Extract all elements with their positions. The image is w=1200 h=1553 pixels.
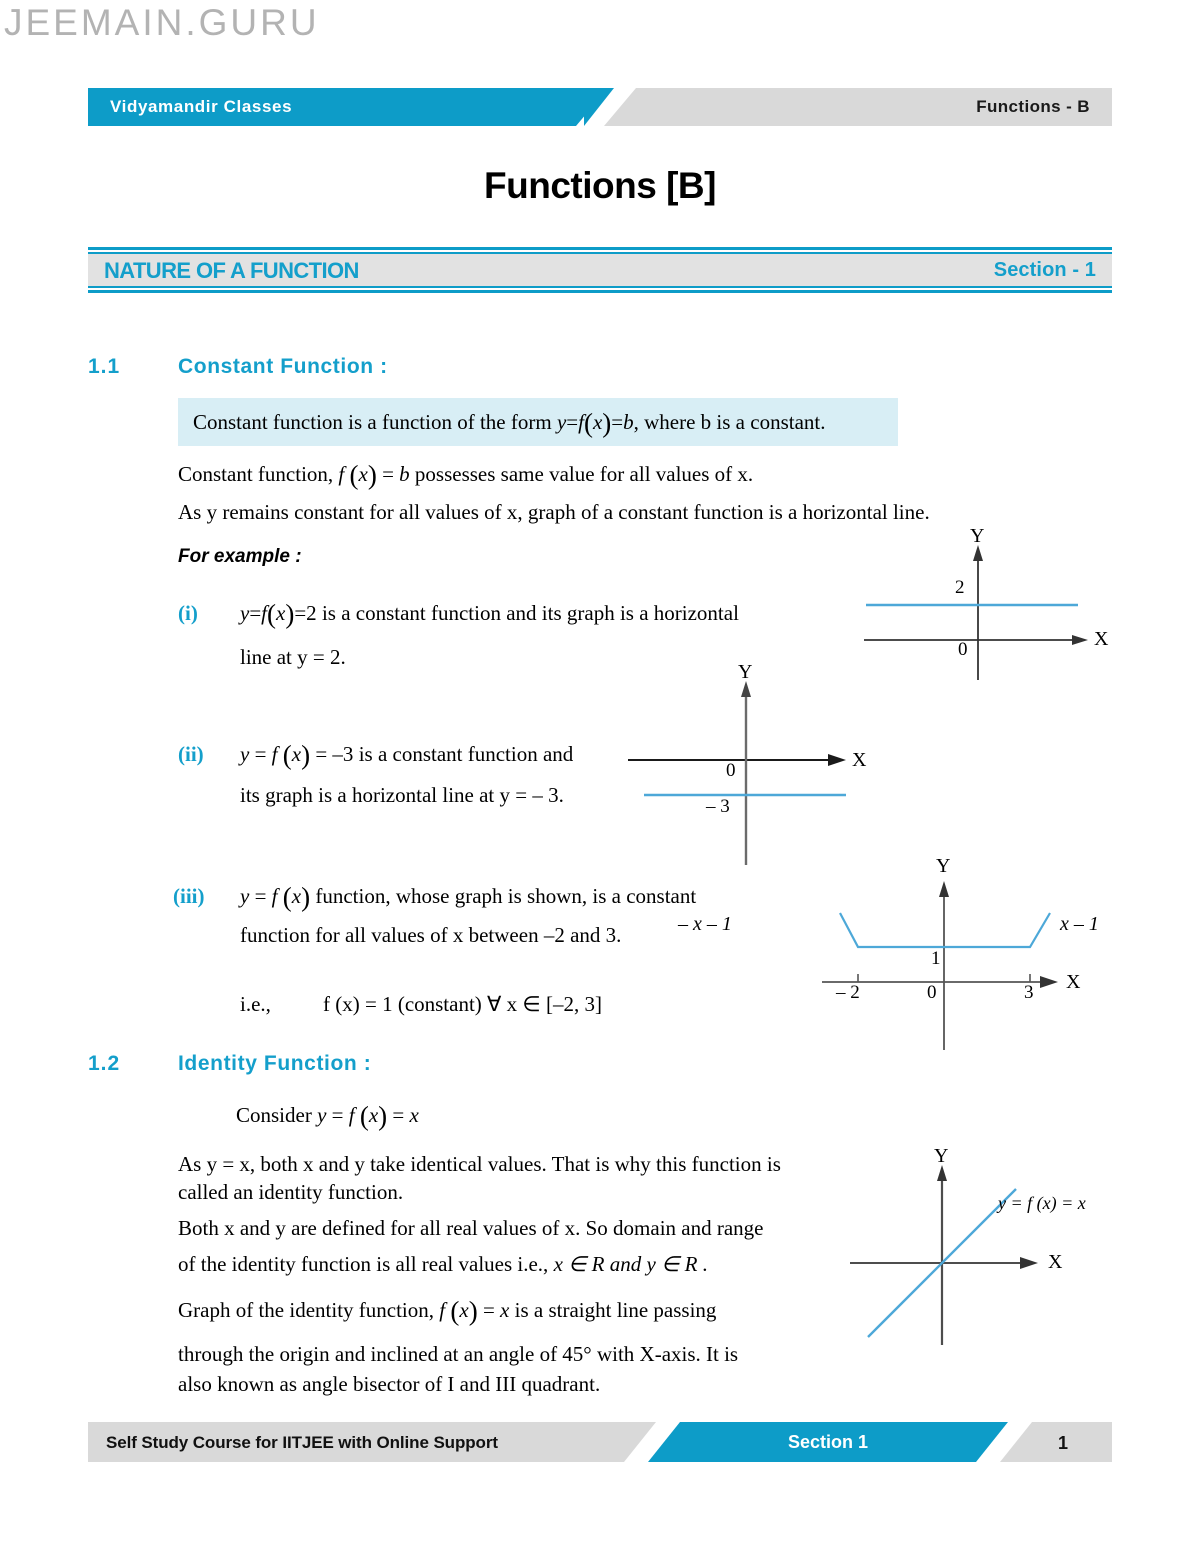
definition-text: Constant function is a function of the f… <box>193 408 826 438</box>
graph-constant-minus3: Y X 0 – 3 <box>628 661 908 865</box>
example-i-rest: is a constant function and its graph is … <box>316 601 739 625</box>
section-bar-title: NATURE OF A FUNCTION <box>104 258 359 283</box>
constant-function-para-1: Constant function, f (x) = b possesses s… <box>178 460 754 490</box>
identity-consider-label: Consider <box>236 1103 318 1127</box>
graph-constant-2-value-label: 2 <box>955 577 965 598</box>
graph-constant-2-svg <box>864 545 1088 680</box>
graph-constant-minus3-y-label: Y <box>738 661 753 683</box>
graph-constant-2-y-label: Y <box>970 525 985 547</box>
example-iii-ie-label: i.e., <box>240 992 271 1016</box>
graph-piecewise-left-branch-label: – x – 1 <box>678 913 732 935</box>
identity-consider-line: Consider y = f (x) = x <box>236 1101 419 1131</box>
example-marker-iii: (iii) <box>173 884 205 908</box>
identity-para-4-post: is a straight line passing <box>509 1298 717 1322</box>
footer-grey-shape-right <box>1000 1422 1112 1462</box>
definition-box: Constant function is a function of the f… <box>178 398 898 446</box>
heading-number-1-1: 1.1 <box>88 355 121 378</box>
para-1-post: possesses same value for all values of x… <box>409 462 754 486</box>
identity-para-1: As y = x, both x and y take identical va… <box>178 1152 781 1176</box>
example-marker-i: (i) <box>178 601 198 625</box>
page-content: Vidyamandir Classes Functions - B Functi… <box>88 0 1112 1553</box>
graph-constant-minus3-x-label: X <box>852 749 867 771</box>
example-text-i-line2: line at y = 2. <box>240 645 346 669</box>
graph-constant-minus3-origin-label: 0 <box>726 760 736 781</box>
for-example-label: For example : <box>178 546 302 567</box>
identity-para-5: through the origin and inclined at an an… <box>178 1342 739 1366</box>
section-bar-rule-bottom-1 <box>88 286 1112 288</box>
graph-piecewise-y-label: Y <box>936 855 951 877</box>
graph-constant-2: Y X 0 2 <box>844 525 1112 680</box>
graph-piecewise-tick-right-label: 3 <box>1024 982 1034 1003</box>
graph-identity: Y X y = f (x) = x <box>850 1145 1112 1345</box>
graph-piecewise-value-label: 1 <box>931 948 941 969</box>
identity-para-3-pre: of the identity function is all real val… <box>178 1252 554 1276</box>
para-1-pre: Constant function, <box>178 462 339 486</box>
graph-identity-y-label: Y <box>934 1145 949 1167</box>
identity-para-3-math: x ∈ R and y ∈ R . <box>553 1252 708 1276</box>
graph-constant-2-origin-label: 0 <box>958 639 968 660</box>
identity-para-1b: called an identity function. <box>178 1180 404 1204</box>
graph-constant-minus3-value-label: – 3 <box>706 796 730 817</box>
example-text-ii-line2: its graph is a horizontal line at y = – … <box>240 783 564 807</box>
graph-identity-curve-label: y = f (x) = x <box>998 1193 1086 1213</box>
section-bar-number: Section - 1 <box>993 259 1096 281</box>
identity-para-4: Graph of the identity function, f (x) = … <box>178 1296 717 1326</box>
heading-number-1-2: 1.2 <box>88 1052 121 1075</box>
example-text-ii-line1: y = f (x) = –3 is a constant function an… <box>240 740 574 770</box>
identity-para-2: Both x and y are defined for all real va… <box>178 1216 764 1240</box>
identity-para-3: of the identity function is all real val… <box>178 1252 708 1277</box>
footer-page-number: 1 <box>1058 1433 1069 1453</box>
identity-para-4-pre: Graph of the identity function, <box>178 1298 440 1322</box>
graph-piecewise: Y X 1 – 2 0 3 – x – 1 x – 1 <box>678 855 1112 1050</box>
graph-identity-svg <box>850 1165 1038 1345</box>
footer-section-label: Section 1 <box>788 1432 869 1452</box>
example-marker-ii: (ii) <box>178 742 204 766</box>
heading-title-1-2: Identity Function : <box>178 1052 372 1075</box>
header-brand-label: Vidyamandir Classes <box>110 97 293 116</box>
graph-piecewise-x-label: X <box>1066 971 1081 993</box>
example-ii-rest: is a constant function and <box>353 742 574 766</box>
example-text-iii-line2: function for all values of x between –2 … <box>240 923 622 947</box>
constant-function-para-2: As y remains constant for all values of … <box>178 500 930 524</box>
graph-piecewise-tick-left-label: – 2 <box>836 982 860 1003</box>
definition-text-post: , where b is a constant. <box>633 410 826 434</box>
graph-identity-x-label: X <box>1048 1251 1063 1273</box>
heading-title-1-1: Constant Function : <box>178 355 388 378</box>
graph-piecewise-svg <box>822 881 1058 1050</box>
footer-course-label: Self Study Course for IITJEE with Online… <box>106 1433 498 1452</box>
example-iii-ie-math: f (x) = 1 (constant) ∀ x ∈ [–2, 3] <box>323 992 602 1016</box>
page-title: Functions [B] <box>484 165 716 206</box>
example-text-iii-line1: y = f (x) function, whose graph is shown… <box>240 882 697 912</box>
header-chapter-label: Functions - B <box>976 97 1090 116</box>
graph-piecewise-right-branch-label: x – 1 <box>1060 913 1099 935</box>
section-bar-rule-top-2 <box>88 252 1112 254</box>
page-header-band: Vidyamandir Classes Functions - B <box>88 88 1112 126</box>
example-iii-rest: function, whose graph is shown, is a con… <box>310 884 697 908</box>
definition-text-pre: Constant function is a function of the f… <box>193 410 557 434</box>
graph-piecewise-origin-label: 0 <box>927 982 937 1003</box>
section-bar-rule-top-1 <box>88 247 1112 250</box>
section-bar-rule-bottom-2 <box>88 290 1112 293</box>
graph-constant-2-x-label: X <box>1094 628 1109 650</box>
page-footer-band: Self Study Course for IITJEE with Online… <box>88 1422 1112 1462</box>
example-text-i-line1: y=f(x)=2 is a constant function and its … <box>240 599 739 629</box>
section-bar: NATURE OF A FUNCTION Section - 1 <box>88 247 1112 293</box>
identity-para-6: also known as angle bisector of I and II… <box>178 1372 601 1396</box>
